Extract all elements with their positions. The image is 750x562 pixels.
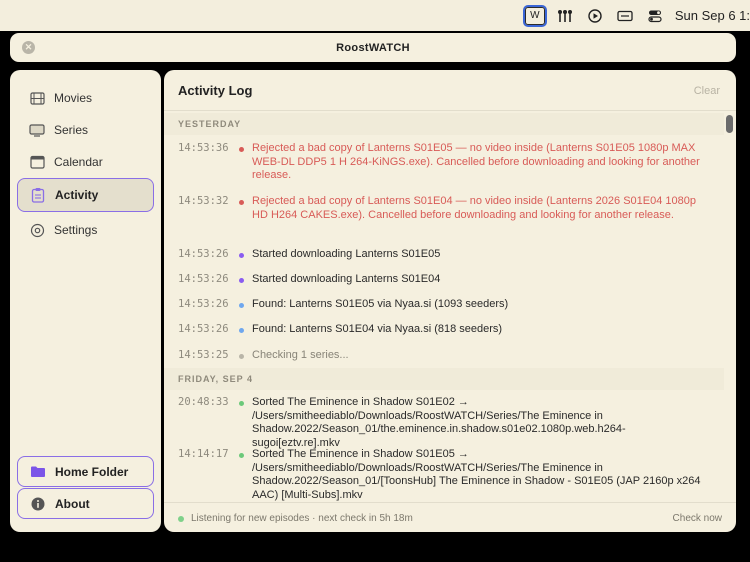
- folder-icon: [30, 465, 46, 479]
- log-message: Checking 1 series...: [252, 349, 349, 361]
- sidebar-item-label: Calendar: [54, 155, 103, 169]
- keyboard-icon[interactable]: [615, 8, 635, 24]
- sidebar-item-calendar[interactable]: Calendar: [17, 146, 154, 178]
- home-folder-label: Home Folder: [55, 464, 129, 479]
- gear-icon: [29, 223, 45, 237]
- log-entry: 14:14:17 Sorted The Eminence in Shadow S…: [164, 448, 724, 501]
- status-dot: [239, 453, 244, 458]
- log-message: Started downloading Lanterns S01E05: [252, 248, 441, 260]
- sidebar: Movies Series Calendar Activity Settings…: [10, 70, 161, 532]
- clipboard-icon: [30, 188, 46, 203]
- film-icon: [29, 91, 45, 105]
- log-timestamp: 14:53:26: [178, 323, 229, 335]
- sidebar-item-label: Settings: [54, 223, 98, 237]
- scrollbar-thumb[interactable]: [726, 115, 733, 133]
- menu-bar: W Sun Sep 6 1:: [0, 0, 750, 31]
- listening-status-dot: [178, 516, 184, 522]
- log-message: Sorted The Eminence in Shadow S01E02 → /…: [252, 396, 626, 449]
- log-message: Rejected a bad copy of Lanterns S01E04 —…: [252, 195, 696, 221]
- w-app-icon-label: W: [524, 6, 545, 25]
- status-dot: [239, 200, 244, 205]
- w-app-icon[interactable]: W: [524, 6, 545, 25]
- log-entry: 20:48:33 Sorted The Eminence in Shadow S…: [164, 396, 724, 449]
- microphone-array-icon[interactable]: [555, 8, 575, 24]
- log-timestamp: 14:53:26: [178, 273, 229, 285]
- menubar-clock[interactable]: Sun Sep 6 1:: [675, 8, 750, 23]
- log-message: Started downloading Lanterns S01E04: [252, 273, 441, 285]
- activity-log-list[interactable]: YESTERDAY 14:53:36 Rejected a bad copy o…: [164, 111, 724, 501]
- window-title-bar: ✕ RoostWATCH: [10, 33, 736, 62]
- sidebar-item-label: Activity: [55, 188, 99, 202]
- status-dot: [239, 354, 244, 359]
- status-footer: Listening for new episodes · next check …: [164, 502, 736, 532]
- log-entry: 14:53:26 Started downloading Lanterns S0…: [164, 273, 724, 287]
- log-entry: 14:53:26 Started downloading Lanterns S0…: [164, 248, 724, 262]
- status-dot: [239, 278, 244, 283]
- log-timestamp: 14:53:26: [178, 298, 229, 310]
- log-message: Rejected a bad copy of Lanterns S01E05 —…: [252, 142, 700, 181]
- log-entry: 14:53:36 Rejected a bad copy of Lanterns…: [164, 142, 724, 184]
- page-title: Activity Log: [178, 83, 253, 98]
- control-center-icon[interactable]: [645, 8, 665, 24]
- listening-status-text: Listening for new episodes · next check …: [191, 513, 413, 524]
- sidebar-item-settings[interactable]: Settings: [17, 214, 154, 246]
- check-now-button[interactable]: Check now: [673, 513, 722, 524]
- tv-icon: [29, 123, 45, 137]
- log-entry: 14:53:26 Found: Lanterns S01E04 via Nyaa…: [164, 323, 724, 337]
- window-title: RoostWATCH: [336, 41, 410, 54]
- clear-button[interactable]: Clear: [694, 85, 720, 97]
- about-label: About: [55, 496, 90, 511]
- status-dot: [239, 328, 244, 333]
- home-folder-button[interactable]: Home Folder: [17, 456, 154, 487]
- log-timestamp: 14:53:36: [178, 142, 229, 154]
- section-heading: FRIDAY, SEP 4: [164, 368, 724, 390]
- log-timestamp: 14:53:32: [178, 195, 229, 207]
- sidebar-item-series[interactable]: Series: [17, 114, 154, 146]
- status-dot: [239, 147, 244, 152]
- info-icon: [30, 497, 46, 511]
- log-message: Found: Lanterns S01E04 via Nyaa.si (818 …: [252, 323, 503, 335]
- status-dot: [239, 401, 244, 406]
- section-heading: YESTERDAY: [164, 113, 724, 135]
- log-timestamp: 14:53:26: [178, 248, 229, 260]
- activity-panel: Activity Log Clear YESTERDAY 14:53:36 Re…: [164, 70, 736, 532]
- play-circle-icon[interactable]: [585, 8, 605, 24]
- log-message: Sorted The Eminence in Shadow S01E05 → /…: [252, 448, 701, 501]
- sidebar-item-activity[interactable]: Activity: [17, 178, 154, 212]
- log-message: Found: Lanterns S01E05 via Nyaa.si (1093…: [252, 298, 509, 310]
- log-entry: 14:53:25 Checking 1 series...: [164, 349, 724, 363]
- log-timestamp: 14:14:17: [178, 448, 229, 460]
- log-timestamp: 20:48:33: [178, 396, 229, 408]
- close-icon[interactable]: ✕: [22, 41, 35, 54]
- status-dot: [239, 253, 244, 258]
- sidebar-item-movies[interactable]: Movies: [17, 82, 154, 114]
- log-entry: 14:53:26 Found: Lanterns S01E05 via Nyaa…: [164, 298, 724, 312]
- activity-header: Activity Log Clear: [164, 70, 736, 111]
- sidebar-item-label: Movies: [54, 91, 93, 105]
- status-dot: [239, 303, 244, 308]
- about-button[interactable]: About: [17, 488, 154, 519]
- log-entry: 14:53:32 Rejected a bad copy of Lanterns…: [164, 195, 724, 237]
- calendar-icon: [29, 155, 45, 169]
- sidebar-item-label: Series: [54, 123, 89, 137]
- log-timestamp: 14:53:25: [178, 349, 229, 361]
